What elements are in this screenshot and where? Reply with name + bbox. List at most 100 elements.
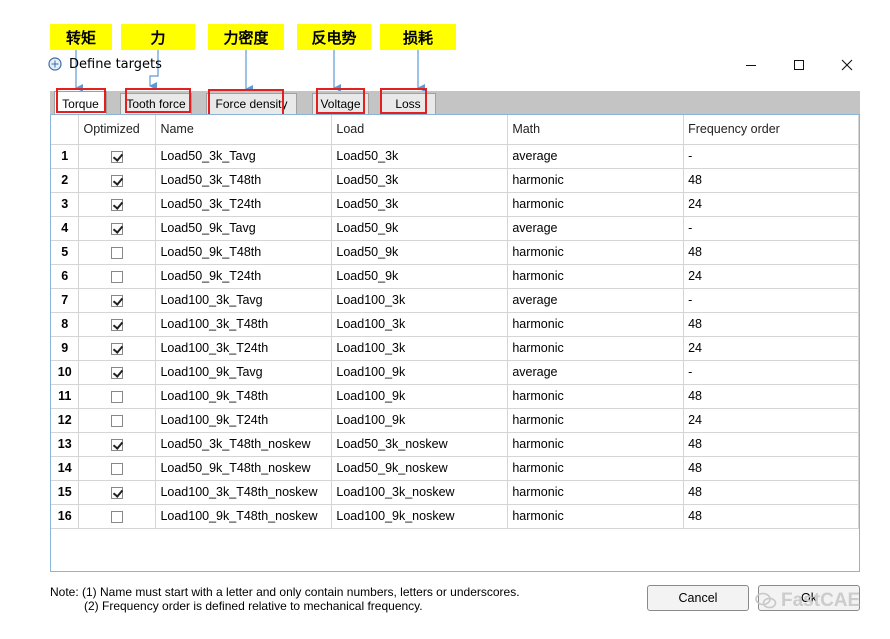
name-cell[interactable]: Load100_3k_T48th: [155, 312, 333, 337]
optimized-checkbox[interactable]: [111, 438, 124, 451]
optimized-checkbox[interactable]: [111, 270, 124, 283]
optimized-checkbox[interactable]: [111, 222, 124, 235]
frequency-order-cell[interactable]: 24: [683, 336, 859, 361]
frequency-order-cell[interactable]: 24: [683, 192, 859, 217]
optimized-checkbox[interactable]: [111, 510, 124, 523]
optimized-checkbox-cell[interactable]: [78, 408, 157, 433]
load-cell[interactable]: Load100_3k: [331, 336, 509, 361]
load-cell[interactable]: Load100_9k: [331, 360, 509, 385]
column-header-optimized[interactable]: Optimized: [78, 115, 157, 145]
table-row[interactable]: 11 Load100_9k_T48th Load100_9k harmonic 48: [51, 384, 859, 409]
optimized-checkbox[interactable]: [111, 198, 124, 211]
frequency-order-cell[interactable]: 48: [683, 456, 859, 481]
frequency-order-cell[interactable]: 48: [683, 504, 859, 529]
load-cell[interactable]: Load100_9k: [331, 384, 509, 409]
tab-loss[interactable]: Loss: [380, 93, 436, 114]
optimized-checkbox-cell[interactable]: [78, 144, 157, 169]
name-cell[interactable]: Load50_9k_Tavg: [155, 216, 333, 241]
load-cell[interactable]: Load50_3k: [331, 144, 509, 169]
optimized-checkbox[interactable]: [111, 462, 124, 475]
load-cell[interactable]: Load100_9k: [331, 408, 509, 433]
column-header-name[interactable]: Name: [155, 115, 333, 145]
frequency-order-cell[interactable]: -: [683, 288, 859, 313]
name-cell[interactable]: Load50_3k_T24th: [155, 192, 333, 217]
frequency-order-cell[interactable]: 24: [683, 408, 859, 433]
math-cell[interactable]: harmonic: [507, 504, 685, 529]
frequency-order-cell[interactable]: -: [683, 144, 859, 169]
optimized-checkbox[interactable]: [111, 174, 124, 187]
table-row[interactable]: 9 Load100_3k_T24th Load100_3k harmonic 24: [51, 336, 859, 361]
math-cell[interactable]: average: [507, 216, 685, 241]
table-row[interactable]: 15 Load100_3k_T48th_noskew Load100_3k_nosk…: [51, 480, 859, 505]
optimized-checkbox[interactable]: [111, 150, 124, 163]
name-cell[interactable]: Load50_3k_T48th_noskew: [155, 432, 333, 457]
name-cell[interactable]: Load100_9k_T24th: [155, 408, 333, 433]
frequency-order-cell[interactable]: 48: [683, 384, 859, 409]
table-row[interactable]: 2 Load50_3k_T48th Load50_3k harmonic 48: [51, 168, 859, 193]
optimized-checkbox-cell[interactable]: [78, 456, 157, 481]
frequency-order-cell[interactable]: 48: [683, 312, 859, 337]
optimized-checkbox[interactable]: [111, 414, 124, 427]
optimized-checkbox-cell[interactable]: [78, 312, 157, 337]
optimized-checkbox[interactable]: [111, 294, 124, 307]
load-cell[interactable]: Load50_9k: [331, 240, 509, 265]
tab-torque[interactable]: Torque: [54, 91, 107, 115]
table-row[interactable]: 13 Load50_3k_T48th_noskew Load50_3k_noskew…: [51, 432, 859, 457]
optimized-checkbox-cell[interactable]: [78, 504, 157, 529]
table-row[interactable]: 12 Load100_9k_T24th Load100_9k harmonic 24: [51, 408, 859, 433]
optimized-checkbox-cell[interactable]: [78, 240, 157, 265]
cancel-button[interactable]: Cancel: [647, 585, 749, 611]
frequency-order-cell[interactable]: 48: [683, 480, 859, 505]
load-cell[interactable]: Load50_3k: [331, 192, 509, 217]
frequency-order-cell[interactable]: 48: [683, 432, 859, 457]
tab-voltage[interactable]: Voltage: [312, 93, 369, 114]
math-cell[interactable]: harmonic: [507, 192, 685, 217]
column-header-frequency-order[interactable]: Frequency order: [683, 115, 859, 145]
name-cell[interactable]: Load50_9k_T48th_noskew: [155, 456, 333, 481]
name-cell[interactable]: Load100_9k_T48th_noskew: [155, 504, 333, 529]
tab-force-density[interactable]: Force density: [206, 93, 297, 114]
math-cell[interactable]: harmonic: [507, 480, 685, 505]
optimized-checkbox-cell[interactable]: [78, 480, 157, 505]
load-cell[interactable]: Load50_9k: [331, 216, 509, 241]
column-header-math[interactable]: Math: [507, 115, 685, 145]
frequency-order-cell[interactable]: -: [683, 216, 859, 241]
column-header-load[interactable]: Load: [331, 115, 509, 145]
frequency-order-cell[interactable]: -: [683, 360, 859, 385]
name-cell[interactable]: Load100_3k_T24th: [155, 336, 333, 361]
optimized-checkbox[interactable]: [111, 486, 124, 499]
optimized-checkbox-cell[interactable]: [78, 432, 157, 457]
frequency-order-cell[interactable]: 48: [683, 240, 859, 265]
table-row[interactable]: 3 Load50_3k_T24th Load50_3k harmonic 24: [51, 192, 859, 217]
load-cell[interactable]: Load50_9k_noskew: [331, 456, 509, 481]
math-cell[interactable]: harmonic: [507, 456, 685, 481]
optimized-checkbox[interactable]: [111, 318, 124, 331]
name-cell[interactable]: Load100_3k_Tavg: [155, 288, 333, 313]
close-button[interactable]: [834, 54, 860, 76]
table-row[interactable]: 6 Load50_9k_T24th Load50_9k harmonic 24: [51, 264, 859, 289]
optimized-checkbox[interactable]: [111, 342, 124, 355]
table-row[interactable]: 1 Load50_3k_Tavg Load50_3k average -: [51, 144, 859, 169]
name-cell[interactable]: Load50_3k_Tavg: [155, 144, 333, 169]
load-cell[interactable]: Load50_9k: [331, 264, 509, 289]
math-cell[interactable]: harmonic: [507, 168, 685, 193]
math-cell[interactable]: average: [507, 288, 685, 313]
frequency-order-cell[interactable]: 48: [683, 168, 859, 193]
optimized-checkbox-cell[interactable]: [78, 216, 157, 241]
math-cell[interactable]: harmonic: [507, 264, 685, 289]
load-cell[interactable]: Load50_3k: [331, 168, 509, 193]
optimized-checkbox-cell[interactable]: [78, 336, 157, 361]
frequency-order-cell[interactable]: 24: [683, 264, 859, 289]
math-cell[interactable]: average: [507, 360, 685, 385]
optimized-checkbox-cell[interactable]: [78, 168, 157, 193]
name-cell[interactable]: Load100_9k_Tavg: [155, 360, 333, 385]
table-row[interactable]: 16 Load100_9k_T48th_noskew Load100_9k_nosk…: [51, 504, 859, 529]
optimized-checkbox-cell[interactable]: [78, 192, 157, 217]
tab-tooth-force[interactable]: Tooth force: [120, 93, 192, 114]
math-cell[interactable]: harmonic: [507, 336, 685, 361]
load-cell[interactable]: Load100_3k_noskew: [331, 480, 509, 505]
math-cell[interactable]: average: [507, 144, 685, 169]
load-cell[interactable]: Load100_3k: [331, 312, 509, 337]
table-row[interactable]: 10 Load100_9k_Tavg Load100_9k average -: [51, 360, 859, 385]
maximize-button[interactable]: [786, 54, 812, 76]
